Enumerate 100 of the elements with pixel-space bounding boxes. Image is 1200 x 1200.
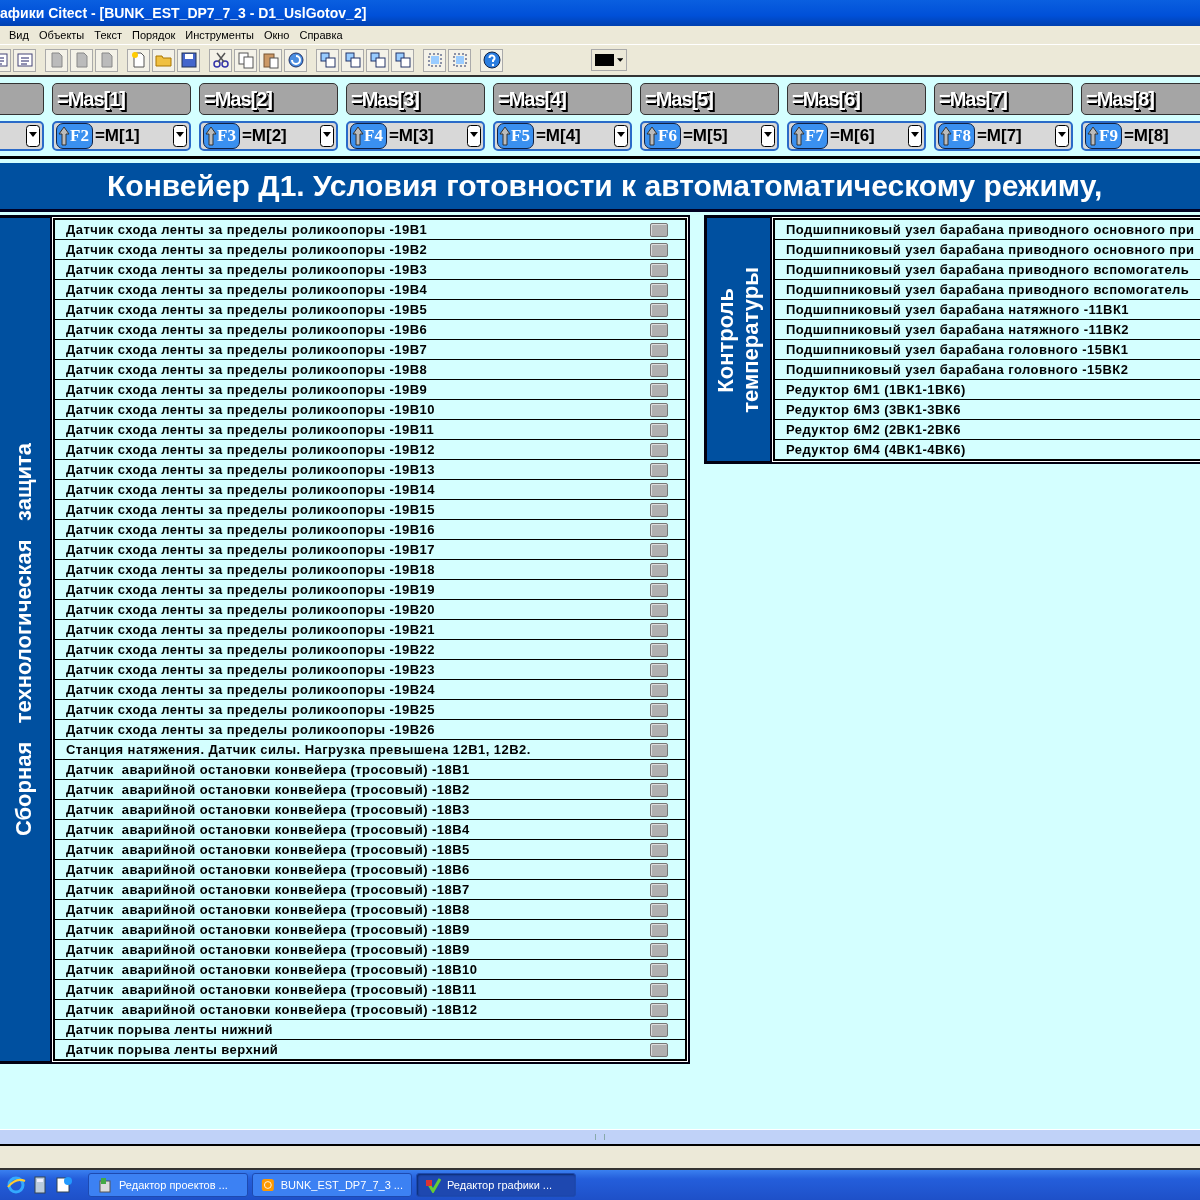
condition-label: Датчик схода ленты за пределы роликоопоры -19В16 xyxy=(66,522,436,537)
indicator-lamp-icon xyxy=(650,862,668,877)
dropdown-icon[interactable] xyxy=(614,125,628,147)
window-title: афики Citect - [BUNK_EST_DP7_7_3 - D1_UslGotov_2] xyxy=(0,5,367,21)
dropdown-icon[interactable] xyxy=(320,125,334,147)
dropdown-icon[interactable] xyxy=(467,125,481,147)
taskbar-button[interactable]: BUNK_EST_DP7_7_3 ... xyxy=(252,1173,412,1197)
indicator-lamp-icon xyxy=(650,1042,668,1057)
menu-item[interactable]: Инструменты xyxy=(180,29,259,41)
condition-label: Датчик схода ленты за пределы роликоопоры -19В20 xyxy=(66,602,436,617)
indicator-lamp-icon xyxy=(650,582,668,597)
group-icon[interactable] xyxy=(448,48,471,72)
indicator-lamp-icon xyxy=(650,902,668,917)
indicator-lamp-icon xyxy=(650,982,668,997)
condition-label: Датчик схода ленты за пределы роликоопоры -19В3 xyxy=(66,262,429,277)
condition-label: Датчик схода ленты за пределы роликоопоры -19В15 xyxy=(66,502,436,517)
indicator-lamp-icon xyxy=(650,222,668,237)
condition-label: Датчик аварийной остановки конвейера (тросовый) -18В10 xyxy=(66,962,479,977)
dropdown-icon[interactable] xyxy=(173,125,187,147)
condition-label: Датчик схода ленты за пределы роликоопоры -19В21 xyxy=(66,622,436,637)
color-picker[interactable] xyxy=(591,49,627,71)
condition-label: Датчик схода ленты за пределы роликоопоры -19В5 xyxy=(66,302,429,317)
indicator-lamp-icon xyxy=(650,542,668,557)
condition-label: Датчик схода ленты за пределы роликоопоры -19В17 xyxy=(66,542,436,557)
indicator-lamp-icon xyxy=(650,562,668,577)
scissors-icon[interactable] xyxy=(209,48,232,72)
indicator-lamp-icon xyxy=(650,642,668,657)
document-icon[interactable] xyxy=(54,1175,74,1195)
indicator-lamp-icon xyxy=(650,962,668,977)
condition-label: Редуктор 6М2 (2ВК1-2ВК6 xyxy=(786,422,962,437)
indicator-lamp-icon xyxy=(650,662,668,677)
indicator-lamp-icon xyxy=(650,702,668,717)
condition-label: Редуктор 6М1 (1ВК1-1ВК6) xyxy=(786,382,967,397)
indicator-lamp-icon xyxy=(650,402,668,417)
condition-label: Подшипниковый узел барабана приводного вспомогатель xyxy=(786,262,1191,277)
condition-label: Датчик схода ленты за пределы роликоопоры -19В1 xyxy=(66,222,429,237)
condition-label: Станция натяжения. Датчик силы. Нагрузка превышена 12В1, 12В2. xyxy=(66,742,532,757)
condition-label: Датчик схода ленты за пределы роликоопоры -19В4 xyxy=(66,282,429,297)
key-badge: F4 xyxy=(350,123,387,149)
indicator-lamp-icon xyxy=(650,262,668,277)
dropdown-icon[interactable] xyxy=(908,125,922,147)
indicator-lamp-icon xyxy=(650,442,668,457)
stacked-squares-icon[interactable] xyxy=(341,48,364,72)
function-key-button[interactable]: F8 =M[7] xyxy=(934,121,1073,151)
condition-label: Датчик схода ленты за пределы роликоопоры -19В19 xyxy=(66,582,436,597)
paste-icon[interactable] xyxy=(259,48,282,72)
dropdown-icon[interactable] xyxy=(26,125,40,147)
condition-label: Датчик схода ленты за пределы роликоопоры -19В6 xyxy=(66,322,429,337)
indicator-lamp-icon xyxy=(650,602,668,617)
scroll-grip-icon[interactable] xyxy=(595,1134,605,1140)
stacked-squares-icon[interactable] xyxy=(366,48,389,72)
function-key-button[interactable]: F2 =M[1] xyxy=(52,121,191,151)
condition-label: Редуктор 6М4 (4ВК1-4ВК6) xyxy=(786,442,967,457)
menu-item[interactable]: Справка xyxy=(294,29,348,41)
condition-label: Датчик схода ленты за пределы роликоопоры -19В2 xyxy=(66,242,429,257)
indicator-lamp-icon xyxy=(650,502,668,517)
dropdown-icon[interactable] xyxy=(616,58,623,62)
function-key-button[interactable]: F5 =M[4] xyxy=(493,121,632,151)
menu-item[interactable]: Вид xyxy=(4,29,34,41)
condition-label: Датчик аварийной остановки конвейера (тросовый) -18В12 xyxy=(66,1002,479,1017)
function-key-button[interactable]: F9 =M[8] xyxy=(1081,121,1200,151)
dropdown-icon[interactable] xyxy=(761,125,775,147)
indicator-lamp-icon xyxy=(650,922,668,937)
help-icon[interactable] xyxy=(480,48,503,72)
condition-label: Редуктор 6М3 (3ВК1-3ВК6 xyxy=(786,402,962,417)
condition-label: Датчик схода ленты за пределы роликоопоры -19В14 xyxy=(66,482,436,497)
condition-label: Датчик схода ленты за пределы роликоопоры -19В7 xyxy=(66,342,429,357)
stacked-squares-icon[interactable] xyxy=(316,48,339,72)
function-key-button[interactable]: F7 =M[6] xyxy=(787,121,926,151)
list-icon[interactable] xyxy=(13,48,36,72)
indicator-lamp-icon xyxy=(650,342,668,357)
key-badge: F2 xyxy=(56,123,93,149)
globe-icon[interactable] xyxy=(6,1175,26,1195)
key-badge: F5 xyxy=(497,123,534,149)
condition-label: Датчик аварийной остановки конвейера (тросовый) -18В2 xyxy=(66,782,471,797)
condition-label: Датчик схода ленты за пределы роликоопоры -19В23 xyxy=(66,662,436,677)
function-key-button[interactable]: F6 =M[5] xyxy=(640,121,779,151)
indicator-lamp-icon xyxy=(650,822,668,837)
condition-label: Датчик порыва ленты нижний xyxy=(66,1022,274,1037)
taskbar-button[interactable]: Редактор графики ... xyxy=(416,1173,576,1197)
group-icon[interactable] xyxy=(423,48,446,72)
condition-label: Датчик аварийной остановки конвейера (тросовый) -18В4 xyxy=(66,822,471,837)
dropdown-icon[interactable] xyxy=(1055,125,1069,147)
indicator-lamp-icon xyxy=(650,1022,668,1037)
condition-label: Подшипниковый узел барабана приводного основного при xyxy=(786,222,1196,237)
menu-item[interactable]: Объекты xyxy=(33,29,90,41)
condition-label: Датчик схода ленты за пределы роликоопоры -19В25 xyxy=(66,702,436,717)
taskbar-button[interactable]: Редактор проектов ... xyxy=(88,1173,248,1197)
indicator-lamp-icon xyxy=(650,782,668,797)
menu-item[interactable]: Текст xyxy=(89,29,127,41)
menu-item[interactable]: Окно xyxy=(258,29,295,41)
function-key-button[interactable]: F4 =M[3] xyxy=(346,121,485,151)
condition-label: Датчик схода ленты за пределы роликоопоры -19В8 xyxy=(66,362,429,377)
condition-label: Датчик аварийной остановки конвейера (тросовый) -18В1 xyxy=(66,762,471,777)
function-key-button[interactable]: F3 =M[2] xyxy=(199,121,338,151)
indicator-lamp-icon xyxy=(650,322,668,337)
undo-icon[interactable] xyxy=(284,48,307,72)
menu-item[interactable]: Порядок xyxy=(127,29,181,41)
stacked-squares-icon[interactable] xyxy=(391,48,414,72)
condition-label: Датчик схода ленты за пределы роликоопоры -19В9 xyxy=(66,382,429,397)
